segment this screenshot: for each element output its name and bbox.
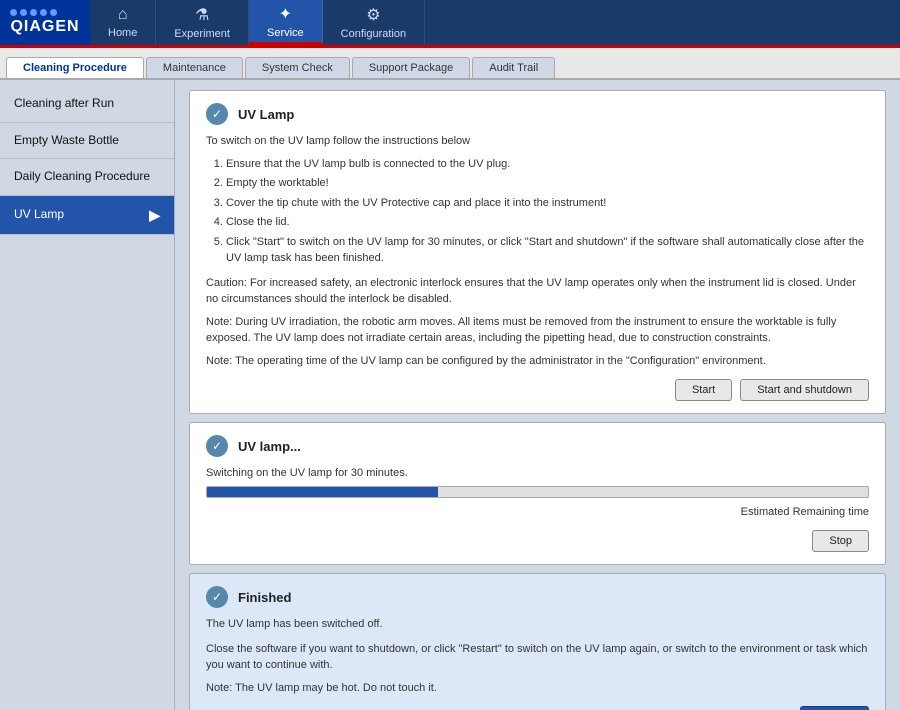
top-nav-bar: QIAGEN ⌂ Home ⚗ Experiment ✦ Service ⚙ C… (0, 0, 900, 48)
restart-button[interactable]: Restart (800, 706, 869, 710)
home-icon: ⌂ (118, 6, 128, 24)
service-icon: ✦ (279, 4, 292, 24)
tab-system-check[interactable]: System Check (245, 57, 350, 78)
sidebar-label-cleaning-after-run: Cleaning after Run (14, 96, 114, 110)
uv-lamp-setup-card: ✓ UV Lamp To switch on the UV lamp follo… (189, 90, 886, 414)
nav-experiment-label: Experiment (174, 28, 230, 40)
progress-bar-fill (207, 487, 438, 497)
uv-lamp-progress-header: ✓ UV lamp... (206, 435, 869, 457)
nav-service[interactable]: ✦ Service (249, 0, 323, 45)
tab-cleaning[interactable]: Cleaning Procedure (6, 57, 144, 78)
finished-header: ✓ Finished (206, 586, 869, 608)
logo-dots (10, 9, 79, 16)
logo-area: QIAGEN (0, 0, 90, 45)
finished-line1: The UV lamp has been switched off. (206, 616, 869, 633)
uv-lamp-progress-card: ✓ UV lamp... Switching on the UV lamp fo… (189, 422, 886, 565)
tab-audit[interactable]: Audit Trail (472, 57, 555, 78)
step-1: Ensure that the UV lamp bulb is connecte… (226, 156, 869, 173)
sidebar: Cleaning after Run Empty Waste Bottle Da… (0, 80, 175, 710)
step-3: Cover the tip chute with the UV Protecti… (226, 195, 869, 212)
uv-lamp-setup-body: To switch on the UV lamp follow the inst… (206, 133, 869, 369)
uv-lamp-setup-header: ✓ UV Lamp (206, 103, 869, 125)
tab-bar: Cleaning Procedure Maintenance System Ch… (0, 48, 900, 80)
nav-home[interactable]: ⌂ Home (90, 0, 156, 45)
progress-bar-container (206, 486, 869, 498)
finished-body: The UV lamp has been switched off. Close… (206, 616, 869, 696)
tab-support[interactable]: Support Package (352, 57, 470, 78)
note-text-2: Note: The operating time of the UV lamp … (206, 353, 869, 370)
caution-text: Caution: For increased safety, an electr… (206, 275, 869, 308)
sidebar-label-empty-waste-bottle: Empty Waste Bottle (14, 133, 119, 147)
nav-service-label: Service (267, 27, 304, 39)
main-area: Cleaning after Run Empty Waste Bottle Da… (0, 80, 900, 710)
stop-button[interactable]: Stop (812, 530, 869, 552)
nav-home-label: Home (108, 27, 137, 39)
sidebar-item-empty-waste-bottle[interactable]: Empty Waste Bottle (0, 123, 174, 160)
uv-lamp-progress-title: UV lamp... (238, 439, 301, 454)
start-shutdown-button[interactable]: Start and shutdown (740, 379, 869, 401)
check-circle-setup: ✓ (206, 103, 228, 125)
finished-line2: Close the software if you want to shutdo… (206, 641, 869, 674)
sidebar-label-daily-cleaning: Daily Cleaning Procedure (14, 169, 150, 183)
nav-configuration[interactable]: ⚙ Configuration (323, 0, 425, 45)
tab-maintenance[interactable]: Maintenance (146, 57, 243, 78)
uv-lamp-setup-title: UV Lamp (238, 107, 294, 122)
nav-items: ⌂ Home ⚗ Experiment ✦ Service ⚙ Configur… (90, 0, 425, 45)
uv-lamp-steps: Ensure that the UV lamp bulb is connecte… (206, 156, 869, 267)
uv-lamp-setup-buttons: Start Start and shutdown (206, 379, 869, 401)
nav-config-label: Configuration (341, 28, 406, 40)
sidebar-item-uv-lamp[interactable]: UV Lamp ▶ (0, 196, 174, 235)
logo-text: QIAGEN (10, 18, 79, 36)
sidebar-arrow-icon: ▶ (149, 206, 160, 224)
sidebar-label-uv-lamp: UV Lamp (14, 207, 64, 223)
step-4: Close the lid. (226, 214, 869, 231)
experiment-icon: ⚗ (195, 5, 209, 25)
check-circle-progress: ✓ (206, 435, 228, 457)
estimated-time-label: Estimated Remaining time (206, 504, 869, 521)
note-text-1: Note: During UV irradiation, the robotic… (206, 314, 869, 347)
check-circle-finished: ✓ (206, 586, 228, 608)
finished-buttons: Restart (206, 706, 869, 710)
content-panel: ✓ UV Lamp To switch on the UV lamp follo… (175, 80, 900, 710)
nav-experiment[interactable]: ⚗ Experiment (156, 0, 249, 45)
start-button[interactable]: Start (675, 379, 732, 401)
finished-card: ✓ Finished The UV lamp has been switched… (189, 573, 886, 710)
uv-lamp-intro: To switch on the UV lamp follow the inst… (206, 133, 869, 150)
uv-lamp-progress-buttons: Stop (206, 530, 869, 552)
finished-note: Note: The UV lamp may be hot. Do not tou… (206, 680, 869, 697)
progress-label: Switching on the UV lamp for 30 minutes. (206, 465, 869, 482)
config-icon: ⚙ (366, 5, 380, 25)
step-2: Empty the worktable! (226, 175, 869, 192)
sidebar-item-cleaning-after-run[interactable]: Cleaning after Run (0, 86, 174, 123)
finished-title: Finished (238, 590, 291, 605)
sidebar-item-daily-cleaning[interactable]: Daily Cleaning Procedure (0, 159, 174, 196)
uv-lamp-progress-body: Switching on the UV lamp for 30 minutes.… (206, 465, 869, 520)
step-5: Click "Start" to switch on the UV lamp f… (226, 234, 869, 267)
